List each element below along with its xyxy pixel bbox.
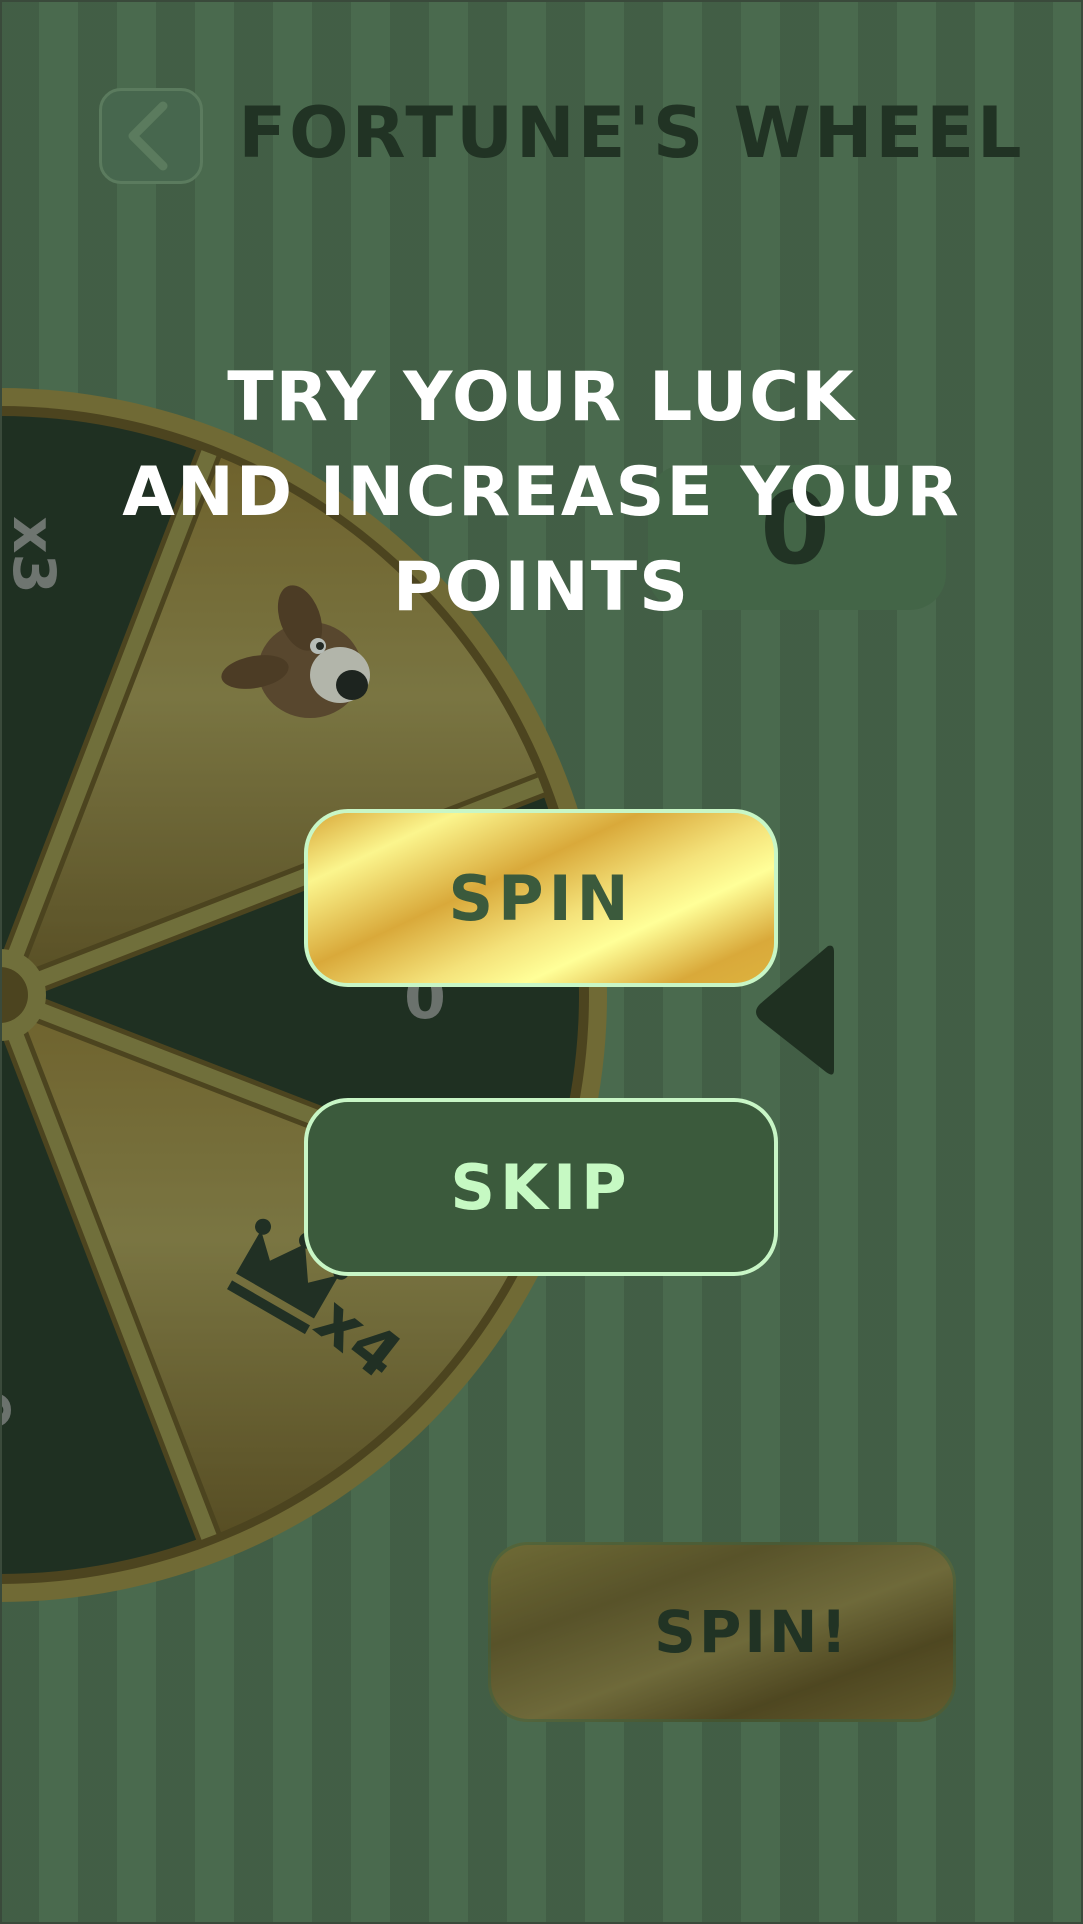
headline-line-3: POINTS <box>392 548 691 627</box>
popup-headline: TRY YOUR LUCK AND INCREASE YOUR POINTS <box>0 350 1083 635</box>
headline-line-1: TRY YOUR LUCK <box>227 358 856 437</box>
headline-line-2: AND INCREASE YOUR <box>122 453 961 532</box>
skip-button[interactable]: SKIP <box>304 1098 778 1276</box>
spin-button[interactable]: SPIN <box>304 809 778 987</box>
